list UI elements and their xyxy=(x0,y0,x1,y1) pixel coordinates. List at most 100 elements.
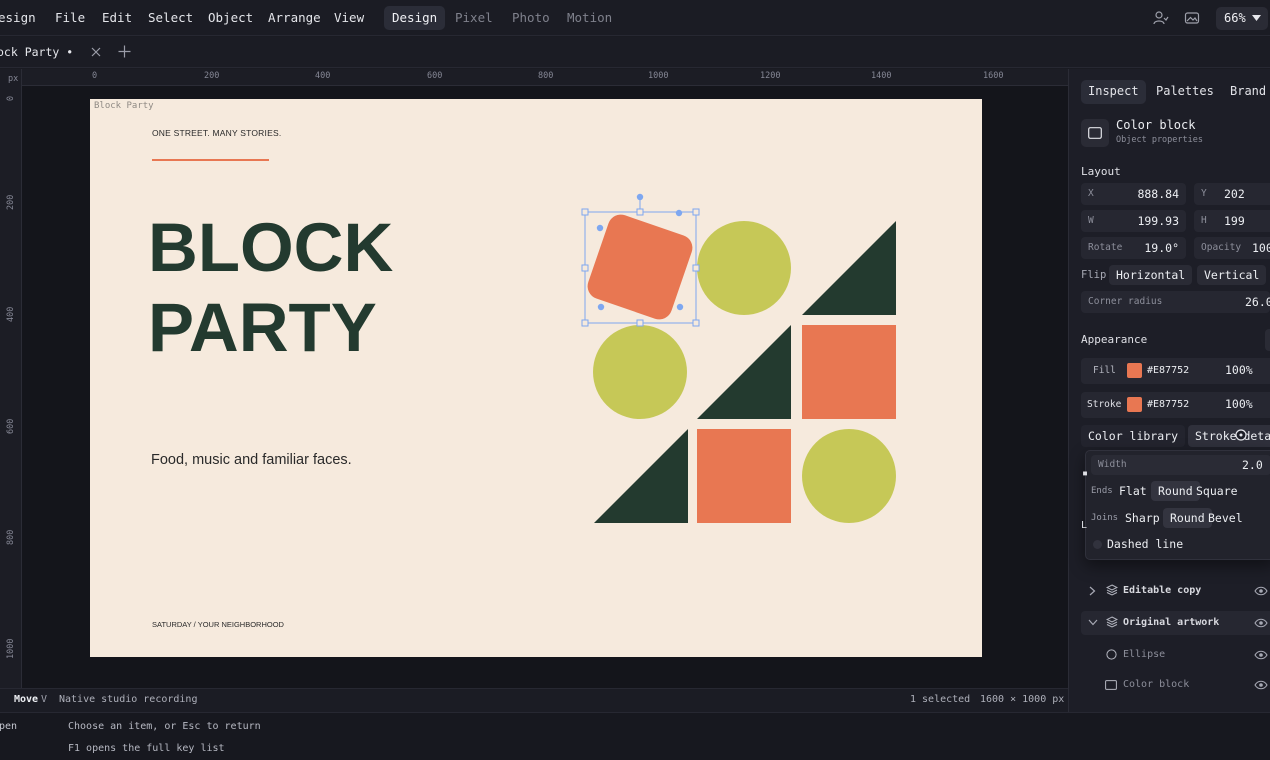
stroke-opacity[interactable]: 100% xyxy=(1225,397,1253,411)
x-field[interactable]: X 888.84 xyxy=(1081,183,1186,205)
chevron-down-icon[interactable] xyxy=(1088,619,1098,626)
eye-icon[interactable] xyxy=(1254,649,1268,661)
flip-vertical-button[interactable]: Vertical xyxy=(1197,265,1267,285)
dashed-line-checkbox[interactable] xyxy=(1093,540,1102,549)
ellipse-olive-3[interactable] xyxy=(802,429,896,523)
ruler-horizontal[interactable]: 0 200 400 600 800 1000 1200 1400 1600 xyxy=(22,69,1068,86)
ruler-tick: 1000 xyxy=(648,71,669,81)
color-library-button[interactable]: Color library xyxy=(1081,425,1186,447)
menu-edit[interactable]: Edit xyxy=(102,10,132,25)
triangle-dark-3[interactable] xyxy=(594,429,688,523)
stroke-row[interactable]: Stroke #E87752 100% xyxy=(1081,392,1270,418)
tab-inspect[interactable]: Inspect xyxy=(1081,80,1146,104)
tab-palettes[interactable]: Palettes xyxy=(1149,80,1221,104)
width-field[interactable]: W 199.93 xyxy=(1081,210,1186,232)
status-message: Native studio recording xyxy=(59,694,198,705)
object-title: Color block xyxy=(1116,118,1196,132)
stroke-swatch[interactable] xyxy=(1127,397,1142,412)
app-menu[interactable]: esign xyxy=(0,10,36,25)
eye-icon[interactable] xyxy=(1254,617,1268,629)
layer-row-original-artwork[interactable]: Original artwork xyxy=(1081,611,1270,635)
document-tab[interactable]: ock Party • xyxy=(0,45,73,59)
close-icon[interactable] xyxy=(91,47,101,57)
joins-sharp-option[interactable]: Sharp xyxy=(1122,508,1163,528)
dashed-line-label[interactable]: Dashed line xyxy=(1107,537,1183,551)
triangle-dark-1[interactable] xyxy=(802,221,896,315)
appearance-add-button[interactable] xyxy=(1265,329,1270,351)
corner-radius-field[interactable]: Corner radius 26.0 xyxy=(1081,291,1270,313)
obscured-section: L xyxy=(1081,520,1088,531)
layer-row-ellipse[interactable]: Ellipse xyxy=(1081,643,1270,667)
menu-file[interactable]: File xyxy=(55,10,85,25)
fill-swatch[interactable] xyxy=(1127,363,1142,378)
flip-horizontal-button[interactable]: Horizontal xyxy=(1109,265,1193,285)
command-hint-bar: pen Choose an item, or Esc to return F1 … xyxy=(0,712,1270,760)
object-subtitle: Object properties xyxy=(1116,135,1203,145)
corner-radius-value: 26.0 xyxy=(1245,295,1270,309)
menu-view[interactable]: View xyxy=(334,10,364,25)
stroke-details-popover: Width 2.0 Ends Flat Round Square Joins S… xyxy=(1085,450,1270,560)
ruler-tick: 0 xyxy=(92,71,98,81)
eye-icon[interactable] xyxy=(1254,585,1268,597)
triangle-dark-2[interactable] xyxy=(697,325,791,419)
w-value: 199.93 xyxy=(1137,214,1179,228)
stroke-width-label: Width xyxy=(1098,459,1127,470)
ends-flat-option[interactable]: Flat xyxy=(1116,481,1150,501)
rectangle-icon xyxy=(1105,680,1117,690)
y-value: 202 xyxy=(1224,187,1245,201)
menu-object[interactable]: Object xyxy=(208,10,253,25)
stroke-hex[interactable]: #E87752 xyxy=(1147,399,1189,410)
ruler-tick: 400 xyxy=(6,306,16,322)
w-label: W xyxy=(1088,215,1094,226)
stroke-width-value: 2.0 xyxy=(1242,458,1263,472)
stroke-width-field[interactable]: Width 2.0 xyxy=(1091,455,1270,475)
ellipse-olive-1[interactable] xyxy=(697,221,791,315)
cursor-icon xyxy=(1235,429,1247,441)
opacity-field[interactable]: Opacity 100 xyxy=(1194,237,1270,259)
fill-label: Fill xyxy=(1093,365,1116,376)
joins-bevel-option[interactable]: Bevel xyxy=(1205,508,1246,528)
artboard[interactable]: Block Party ONE STREET. MANY STORIES. BL… xyxy=(90,99,982,657)
rotate-field[interactable]: Rotate 19.0° xyxy=(1081,237,1186,259)
chevron-down-icon xyxy=(1252,15,1261,21)
ruler-vertical[interactable]: px 0 200 400 600 800 1000 xyxy=(0,69,22,689)
add-tab-icon[interactable] xyxy=(118,45,131,58)
opacity-label: Opacity xyxy=(1201,242,1242,253)
y-field[interactable]: Y 202 xyxy=(1194,183,1270,205)
ends-square-option[interactable]: Square xyxy=(1193,481,1241,501)
stroke-details-button[interactable]: Stroke detai xyxy=(1188,425,1270,447)
chevron-right-icon[interactable] xyxy=(1089,586,1096,596)
mode-tab-motion[interactable]: Motion xyxy=(559,6,620,30)
h-label: H xyxy=(1201,215,1207,226)
fill-hex[interactable]: #E87752 xyxy=(1147,365,1189,376)
square-orange-1[interactable] xyxy=(802,325,896,419)
layer-row-editable-copy[interactable]: Editable copy xyxy=(1081,579,1270,603)
layer-row-color-block[interactable]: Color block xyxy=(1081,673,1270,697)
h-value: 199 xyxy=(1224,214,1245,228)
fill-opacity[interactable]: 100% xyxy=(1225,363,1253,377)
menu-select[interactable]: Select xyxy=(148,10,193,25)
ruler-tick: 1200 xyxy=(760,71,781,81)
image-library-icon[interactable] xyxy=(1184,10,1200,26)
ends-label: Ends xyxy=(1091,486,1113,496)
mode-tab-design[interactable]: Design xyxy=(384,6,446,30)
ruler-tick: 800 xyxy=(6,529,16,545)
ruler-tick: 800 xyxy=(538,71,554,81)
y-label: Y xyxy=(1201,188,1207,199)
menu-arrange[interactable]: Arrange xyxy=(268,10,321,25)
height-field[interactable]: H 199 xyxy=(1194,210,1270,232)
collaborators-icon[interactable] xyxy=(1153,10,1169,26)
mode-tab-photo[interactable]: Photo xyxy=(504,6,558,30)
status-bar: Move V Native studio recording 1 selecte… xyxy=(0,688,1068,712)
mode-tab-pixel[interactable]: Pixel xyxy=(447,6,501,30)
stroke-label: Stroke xyxy=(1087,399,1122,410)
ellipse-olive-2[interactable] xyxy=(593,325,687,419)
status-tool: Move xyxy=(14,694,39,705)
square-orange-2[interactable] xyxy=(697,429,791,523)
eye-icon[interactable] xyxy=(1254,679,1268,691)
zoom-dropdown[interactable]: 66% xyxy=(1216,7,1268,30)
command-hint-1: Choose an item, or Esc to return xyxy=(68,721,261,732)
fill-row[interactable]: Fill #E87752 100% xyxy=(1081,358,1270,384)
ruler-tick: 1400 xyxy=(871,71,892,81)
tab-brand[interactable]: Brand xyxy=(1223,80,1270,104)
